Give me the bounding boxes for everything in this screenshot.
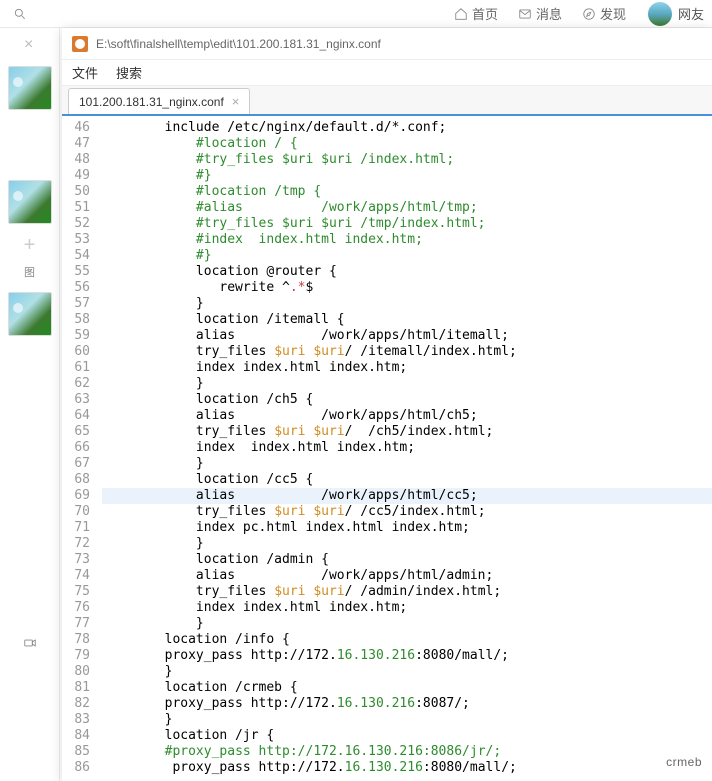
tab-nginx-conf[interactable]: 101.200.181.31_nginx.conf × <box>68 88 250 114</box>
search-button[interactable] <box>8 2 32 26</box>
left-sidebar: × + 图 <box>0 28 60 781</box>
nav-home[interactable]: 首页 <box>454 4 498 23</box>
editor-path: E:\soft\finalshell\temp\edit\101.200.181… <box>96 37 381 51</box>
image-thumb-2[interactable] <box>8 180 52 224</box>
code-content[interactable]: include /etc/nginx/default.d/*.conf; #lo… <box>96 116 712 781</box>
app-topbar: 首页 消息 发现 网友 <box>0 0 712 28</box>
editor-window: E:\soft\finalshell\temp\edit\101.200.181… <box>62 28 712 781</box>
image-thumb-3[interactable] <box>8 292 52 336</box>
compass-icon <box>582 7 596 21</box>
image-thumb-1[interactable] <box>8 66 52 110</box>
nav-home-label: 首页 <box>472 4 498 23</box>
menubar: 文件 搜索 <box>62 60 712 86</box>
username: 网友 <box>678 4 704 23</box>
code-area[interactable]: 4647484950515253545556575859606162636465… <box>62 116 712 781</box>
search-icon <box>13 7 27 21</box>
nav-discover-label: 发现 <box>600 4 626 23</box>
tab-label: 101.200.181.31_nginx.conf <box>79 95 224 109</box>
camera-icon[interactable] <box>20 636 40 653</box>
home-icon <box>454 7 468 21</box>
menu-file[interactable]: 文件 <box>72 63 98 82</box>
mail-icon <box>518 7 532 21</box>
nav-messages[interactable]: 消息 <box>518 4 562 23</box>
nav-messages-label: 消息 <box>536 4 562 23</box>
app-icon <box>72 36 88 52</box>
sidebar-caption: 图 <box>0 264 59 280</box>
add-button[interactable]: + <box>20 236 40 256</box>
close-icon[interactable]: × <box>24 36 59 54</box>
tabbar: 101.200.181.31_nginx.conf × <box>62 86 712 116</box>
editor-titlebar[interactable]: E:\soft\finalshell\temp\edit\101.200.181… <box>62 28 712 60</box>
menu-search[interactable]: 搜索 <box>116 63 142 82</box>
nav-discover[interactable]: 发现 <box>582 4 626 23</box>
avatar[interactable] <box>648 2 672 26</box>
tab-close-icon[interactable]: × <box>232 94 240 109</box>
line-gutter: 4647484950515253545556575859606162636465… <box>62 116 96 781</box>
watermark: crmeb <box>666 755 702 769</box>
